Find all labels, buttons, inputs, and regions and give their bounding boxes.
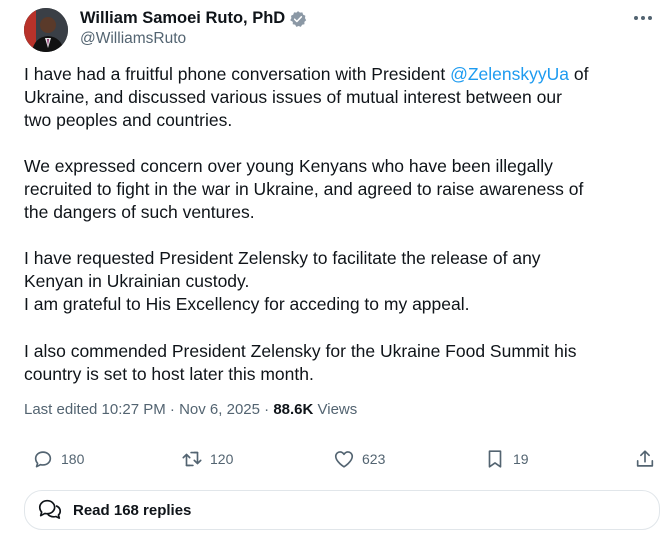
tweet-paragraph-4: I also commended President Zelensky for … bbox=[24, 340, 576, 386]
avatar[interactable] bbox=[24, 8, 68, 52]
tweet-line: country is set to host later this month. bbox=[24, 364, 314, 384]
bookmark-button[interactable]: 19 bbox=[484, 448, 529, 470]
mention-link[interactable]: @ZelenskyyUa bbox=[450, 64, 569, 84]
tweet-line: I am grateful to His Excellency for acce… bbox=[24, 294, 470, 314]
tweet-line: I have had a fruitful phone conversation… bbox=[24, 64, 589, 84]
share-button[interactable] bbox=[634, 448, 656, 470]
share-icon bbox=[636, 450, 654, 467]
bookmark-count: 19 bbox=[513, 451, 529, 467]
tweet-meta: Last edited 10:27 PM · Nov 6, 2025 · 88.… bbox=[24, 401, 357, 418]
tweet-line: two peoples and countries. bbox=[24, 110, 233, 130]
more-icon[interactable] bbox=[628, 10, 658, 26]
views-label: Views bbox=[313, 401, 358, 418]
tweet-line: Kenyan in Ukrainian custody. bbox=[24, 271, 250, 291]
chat-bubbles-icon bbox=[38, 499, 62, 519]
tweet-line: recruited to fight in the war in Ukraine… bbox=[24, 179, 584, 199]
action-bar: 180 120 623 19 bbox=[0, 448, 672, 472]
tweet-line: Ukraine, and discussed various issues of… bbox=[24, 87, 562, 107]
reply-count: 180 bbox=[61, 451, 85, 467]
author-handle[interactable]: @WilliamsRuto bbox=[80, 30, 186, 48]
tweet-line: We expressed concern over young Kenyans … bbox=[24, 156, 553, 176]
read-replies-button[interactable]: Read 168 replies bbox=[24, 490, 660, 530]
tweet-line: I have requested President Zelensky to f… bbox=[24, 248, 541, 268]
repost-icon bbox=[182, 451, 202, 467]
avatar-image bbox=[24, 8, 68, 52]
tweet-line: the dangers of such ventures. bbox=[24, 202, 255, 222]
reply-button[interactable]: 180 bbox=[32, 448, 84, 470]
edited-timestamp[interactable]: Last edited 10:27 PM · Nov 6, 2025 · bbox=[24, 401, 273, 418]
bookmark-icon bbox=[488, 450, 502, 468]
repost-count: 120 bbox=[210, 451, 234, 467]
like-button[interactable]: 623 bbox=[333, 448, 385, 470]
tweet-paragraph-2: We expressed concern over young Kenyans … bbox=[24, 155, 583, 224]
tweet-paragraph-1: I have had a fruitful phone conversation… bbox=[24, 63, 588, 132]
tweet-line: I also commended President Zelensky for … bbox=[24, 341, 577, 361]
tweet-paragraph-3: I have requested President Zelensky to f… bbox=[24, 247, 541, 316]
verified-badge-icon bbox=[290, 10, 307, 27]
like-count: 623 bbox=[362, 451, 386, 467]
repost-button[interactable]: 120 bbox=[181, 448, 233, 470]
like-icon bbox=[334, 451, 354, 468]
reply-icon bbox=[34, 451, 52, 468]
views-count: 88.6K bbox=[273, 401, 314, 418]
author-name[interactable]: William Samoei Ruto, PhD bbox=[80, 9, 285, 28]
read-replies-label: Read 168 replies bbox=[73, 501, 192, 519]
author-name-row[interactable]: William Samoei Ruto, PhD bbox=[80, 9, 307, 28]
